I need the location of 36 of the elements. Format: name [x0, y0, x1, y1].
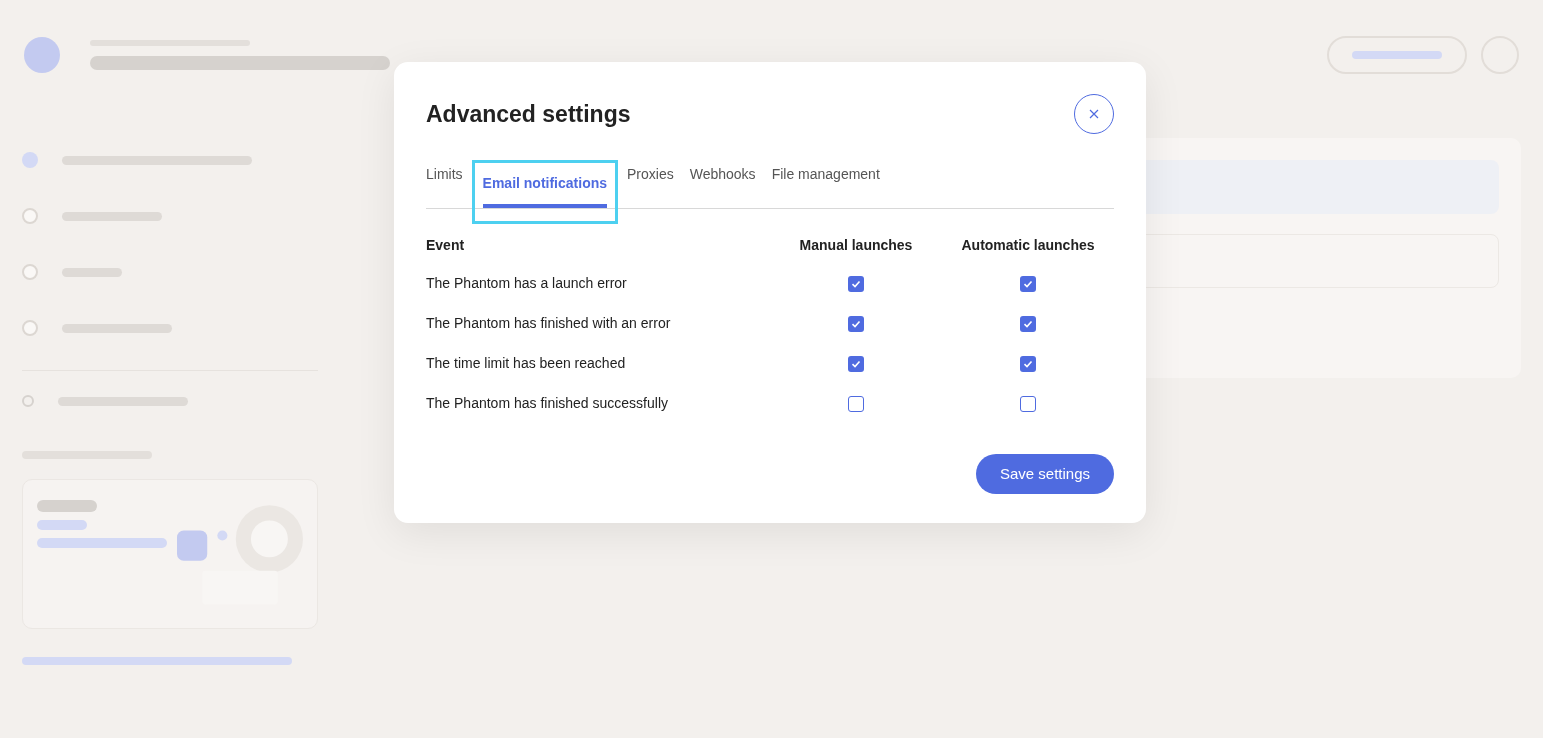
checkbox[interactable]: [848, 396, 864, 412]
event-label: The Phantom has a launch error: [426, 274, 628, 293]
check-icon: [851, 359, 861, 369]
step-icon: [22, 208, 38, 224]
check-icon: [1023, 319, 1033, 329]
blurred-text-bar: [37, 520, 87, 530]
check-icon: [1023, 359, 1033, 369]
tab[interactable]: Webhooks: [689, 164, 756, 185]
logo-icon: [24, 37, 60, 73]
column-header: Manual launches: [799, 236, 913, 255]
close-icon: [1089, 109, 1099, 119]
checkbox[interactable]: [1020, 276, 1036, 292]
dialog-title: Advanced settings: [426, 99, 631, 129]
tab[interactable]: Limits: [426, 164, 463, 185]
checkbox[interactable]: [1020, 396, 1036, 412]
blurred-text-bar: [37, 500, 97, 512]
check-icon: [1023, 279, 1033, 289]
step-icon: [22, 264, 38, 280]
step-icon: [22, 152, 38, 168]
column-header: Event: [426, 236, 466, 255]
event-label: The Phantom has finished with an error: [426, 314, 672, 333]
checkbox[interactable]: [1020, 356, 1036, 372]
checkbox[interactable]: [848, 276, 864, 292]
tab[interactable]: File management: [771, 164, 880, 185]
column-header: Automatic launches: [961, 236, 1095, 255]
event-label: The Phantom has finished successfully: [426, 394, 669, 413]
step-icon: [22, 320, 38, 336]
check-icon: [851, 279, 861, 289]
checkbox[interactable]: [848, 356, 864, 372]
gear-icon: [22, 395, 34, 407]
event-label: The time limit has been reached: [426, 354, 627, 373]
check-icon: [851, 319, 861, 329]
save-settings-button[interactable]: Save settings: [975, 454, 1114, 494]
checkbox[interactable]: [1020, 316, 1036, 332]
tab[interactable]: Proxies: [627, 164, 674, 185]
checkbox[interactable]: [848, 316, 864, 332]
